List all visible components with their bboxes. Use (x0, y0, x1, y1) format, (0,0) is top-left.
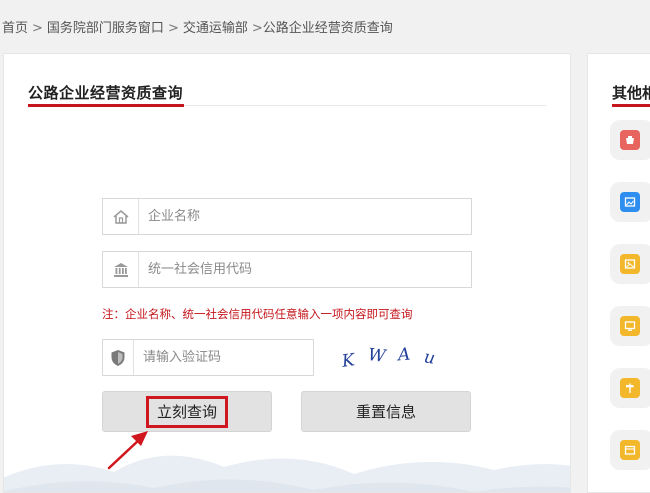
query-hint-note: 注：企业名称、统一社会信用代码任意输入一项内容即可查询 (102, 307, 413, 321)
breadcrumb-home[interactable]: 首页 (2, 21, 28, 36)
breadcrumb-separator: > (167, 21, 179, 36)
side-item-4[interactable] (610, 306, 650, 346)
side-item-1[interactable] (610, 120, 650, 160)
company-name-input[interactable] (139, 199, 471, 234)
red-app-icon (620, 130, 640, 150)
home-icon (103, 199, 139, 234)
captcha-char: W (367, 345, 387, 367)
breadcrumb-separator: > (32, 21, 43, 36)
side-item-5[interactable] (610, 368, 650, 408)
side-item-2[interactable] (610, 182, 650, 222)
credit-code-input[interactable] (139, 252, 471, 287)
credit-code-field[interactable] (102, 251, 472, 288)
mountain-background-decoration (4, 455, 570, 492)
breadcrumb-state-council[interactable]: 国务院部门服务窗口 (47, 21, 164, 36)
breadcrumb-current-page: 公路企业经营资质查询 (262, 21, 393, 36)
reset-label: 重置信息 (355, 403, 416, 421)
captcha-char: A (397, 344, 411, 366)
breadcrumb: 首页 > 国务院部门服务窗口 > 交通运输部 >公路企业经营资质查询 (2, 17, 393, 36)
company-name-field[interactable] (102, 198, 472, 235)
page-title: 公路企业经营资质查询 (28, 84, 184, 102)
yellow-signpost-icon (620, 378, 640, 398)
captcha-image[interactable]: K W A u (338, 339, 448, 373)
yellow-box-icon (620, 440, 640, 460)
side-title-underline (612, 104, 650, 107)
side-panel-title: 其他相 (612, 84, 650, 102)
side-item-6[interactable] (610, 430, 650, 470)
related-services-panel: 其他相 (587, 53, 650, 493)
red-arrow-annotation (107, 431, 148, 470)
blue-image-icon (620, 192, 640, 212)
captcha-input[interactable] (134, 340, 313, 375)
query-card: 公路企业经营资质查询 注：企业名称、统一社会信用代码任意输入一项内容即可查询 K… (3, 53, 571, 493)
captcha-field[interactable] (102, 339, 314, 376)
breadcrumb-ministry-transport[interactable]: 交通运输部 (183, 21, 248, 36)
captcha-char: u (422, 347, 437, 369)
yellow-image-icon (620, 254, 640, 274)
shield-icon (103, 340, 134, 375)
title-underline (28, 104, 184, 107)
bank-icon (103, 252, 139, 287)
breadcrumb-separator: > (251, 21, 263, 36)
reset-button[interactable]: 重置信息 (301, 391, 471, 432)
side-item-3[interactable] (610, 244, 650, 284)
yellow-screen-icon (620, 316, 640, 336)
captcha-char: K (340, 350, 357, 372)
